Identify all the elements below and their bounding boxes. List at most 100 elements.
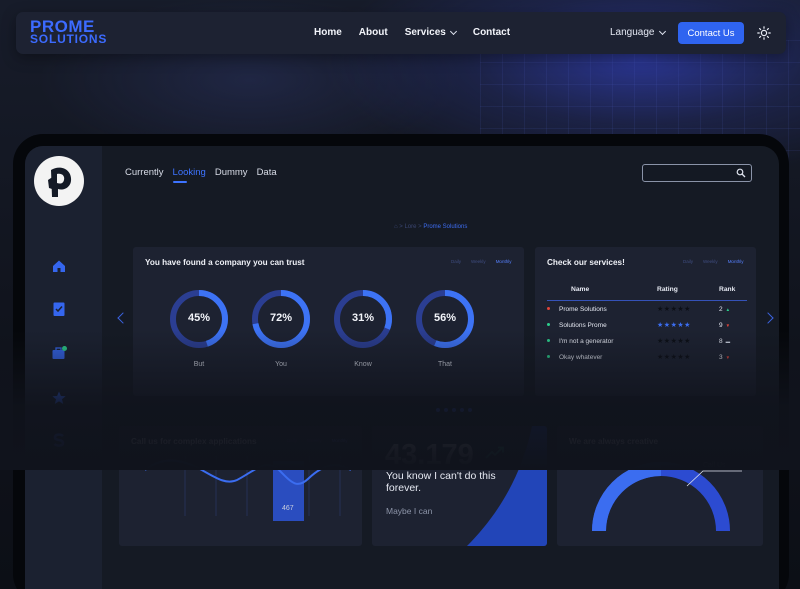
nav-link-services[interactable]: Services bbox=[404, 27, 457, 38]
filter-monthly[interactable]: Monthly bbox=[728, 259, 744, 264]
star-icon: ★ bbox=[663, 322, 671, 329]
chevron-down-icon bbox=[658, 27, 666, 35]
services-filters: Daily Weekly Monthly bbox=[683, 259, 743, 264]
star-icon: ★ bbox=[684, 354, 691, 361]
wave-chart: 467 bbox=[144, 456, 352, 521]
rank-cell: 9 ▼ bbox=[719, 317, 747, 333]
sidebar-logo[interactable] bbox=[34, 156, 84, 206]
brand-mark-icon bbox=[48, 167, 72, 197]
theme-toggle-sun-icon[interactable] bbox=[757, 26, 771, 40]
carousel-pager bbox=[436, 408, 472, 412]
home-icon[interactable] bbox=[51, 258, 67, 274]
trend-up-icon bbox=[485, 446, 504, 459]
star-icon: ★ bbox=[684, 322, 691, 329]
trend-down-icon: ▼ bbox=[725, 322, 731, 328]
trend-flat-icon: ▬ bbox=[725, 338, 731, 344]
status-dot bbox=[547, 339, 550, 343]
dollar-icon[interactable] bbox=[51, 432, 67, 448]
nav-link-about[interactable]: About bbox=[359, 27, 388, 38]
brand-logo[interactable]: PROME SOLUTIONS bbox=[30, 18, 108, 46]
pager-dot[interactable] bbox=[436, 408, 440, 412]
rating-stars: ★★★★★ bbox=[657, 317, 719, 333]
rank-cell: 3 ▼ bbox=[719, 349, 747, 365]
creative-gauge: Call Us bbox=[592, 462, 742, 532]
rank-value: 9 bbox=[719, 321, 723, 329]
service-name-cell: Prome Solutions bbox=[547, 301, 657, 318]
tab-currently[interactable]: Currently bbox=[125, 167, 164, 178]
breadcrumb-root[interactable]: ⌂ > Lore > bbox=[394, 224, 422, 230]
services-card-title: Check our services! bbox=[547, 258, 625, 267]
search-icon[interactable] bbox=[736, 168, 746, 178]
status-dot bbox=[547, 307, 550, 311]
service-name-cell: Solutions Prome bbox=[547, 317, 657, 333]
pager-dot[interactable] bbox=[452, 408, 456, 412]
status-dot bbox=[547, 355, 550, 359]
star-icon: ★ bbox=[684, 338, 691, 345]
star-icon: ★ bbox=[684, 306, 691, 313]
wave-line bbox=[144, 459, 352, 485]
donut-value: 56% bbox=[433, 312, 457, 324]
nav-links: Home About Services Contact bbox=[314, 27, 527, 38]
star-icon: ★ bbox=[663, 338, 671, 345]
star-icon[interactable] bbox=[51, 390, 67, 406]
chevron-down-icon bbox=[449, 27, 457, 35]
services-table: Name Rating Rank Prome Solutions ★★★★★ 2 ▲ S… bbox=[547, 286, 747, 365]
callout-label: Call Us bbox=[703, 462, 726, 469]
nav-link-contact[interactable]: Contact bbox=[473, 27, 510, 38]
tab-dummy[interactable]: Dummy bbox=[215, 167, 248, 178]
dashboard-content: Currently Looking Dummy Data ⌂ > Lore > … bbox=[102, 146, 779, 589]
carousel-next-arrow[interactable] bbox=[762, 312, 774, 324]
tasks-icon[interactable] bbox=[51, 301, 67, 317]
briefcase-icon[interactable] bbox=[51, 345, 67, 361]
top-navbar: PROME SOLUTIONS Home About Services Cont… bbox=[16, 12, 786, 54]
tab-bar: Currently Looking Dummy Data bbox=[125, 167, 286, 183]
star-icon: ★ bbox=[657, 354, 664, 361]
filter-weekly[interactable]: Weekly bbox=[703, 259, 718, 264]
rating-stars: ★★★★★ bbox=[657, 349, 719, 365]
donut-label: Know bbox=[354, 361, 372, 368]
pager-dot[interactable] bbox=[460, 408, 464, 412]
service-name: Solutions Prome bbox=[559, 321, 607, 329]
donut-value: 45% bbox=[187, 312, 211, 324]
tab-looking[interactable]: Looking bbox=[172, 167, 206, 183]
language-selector[interactable]: Language bbox=[610, 27, 666, 38]
donut-label: You bbox=[275, 361, 287, 368]
nav-link-services-label: Services bbox=[404, 27, 446, 38]
service-name-cell: I'm not a generator bbox=[547, 333, 657, 349]
stat-number: 43.179 bbox=[385, 439, 474, 471]
service-name-cell: Okay whatever bbox=[547, 349, 657, 365]
table-row[interactable]: Okay whatever ★★★★★ 3 ▼ bbox=[547, 349, 747, 365]
logo-line-2: SOLUTIONS bbox=[30, 32, 108, 46]
services-card: Check our services! Daily Weekly Monthly… bbox=[535, 247, 756, 396]
bar-value-label: 467 bbox=[282, 505, 294, 512]
rating-stars: ★★★★★ bbox=[657, 301, 719, 318]
tab-data[interactable]: Data bbox=[257, 167, 277, 178]
pager-dot[interactable] bbox=[468, 408, 472, 412]
service-name: I'm not a generator bbox=[559, 337, 614, 345]
table-row[interactable]: Solutions Prome ★★★★★ 9 ▼ bbox=[547, 317, 747, 333]
rating-stars: ★★★★★ bbox=[657, 333, 719, 349]
dashboard-screen: Currently Looking Dummy Data ⌂ > Lore > … bbox=[25, 146, 779, 589]
contact-us-button[interactable]: Contact Us bbox=[678, 22, 744, 44]
nav-link-home[interactable]: Home bbox=[314, 27, 342, 38]
column-header-rank: Rank bbox=[719, 286, 747, 301]
star-icon: ★ bbox=[663, 306, 671, 313]
filter-daily[interactable]: Daily bbox=[683, 259, 693, 264]
language-label: Language bbox=[610, 27, 655, 38]
trend-up-icon: ▲ bbox=[725, 306, 731, 312]
stat-card: 43.179 You know I can't do this forever.… bbox=[372, 426, 547, 546]
table-row[interactable]: I'm not a generator ★★★★★ 8 ▬ bbox=[547, 333, 747, 349]
service-name: Okay whatever bbox=[559, 353, 603, 361]
donut-label: That bbox=[437, 361, 452, 368]
pager-dot[interactable] bbox=[444, 408, 448, 412]
status-dot bbox=[547, 323, 550, 327]
star-icon: ★ bbox=[657, 322, 664, 329]
star-icon: ★ bbox=[657, 306, 664, 313]
tablet-mockup: Currently Looking Dummy Data ⌂ > Lore > … bbox=[13, 134, 789, 589]
table-row[interactable]: Prome Solutions ★★★★★ 2 ▲ bbox=[547, 301, 747, 318]
sidebar bbox=[25, 146, 102, 589]
carousel-prev-arrow[interactable] bbox=[117, 312, 129, 324]
donut-value: 31% bbox=[351, 312, 375, 324]
stat-faded-text: Maybe I can bbox=[386, 506, 433, 516]
rank-cell: 8 ▬ bbox=[719, 333, 747, 349]
